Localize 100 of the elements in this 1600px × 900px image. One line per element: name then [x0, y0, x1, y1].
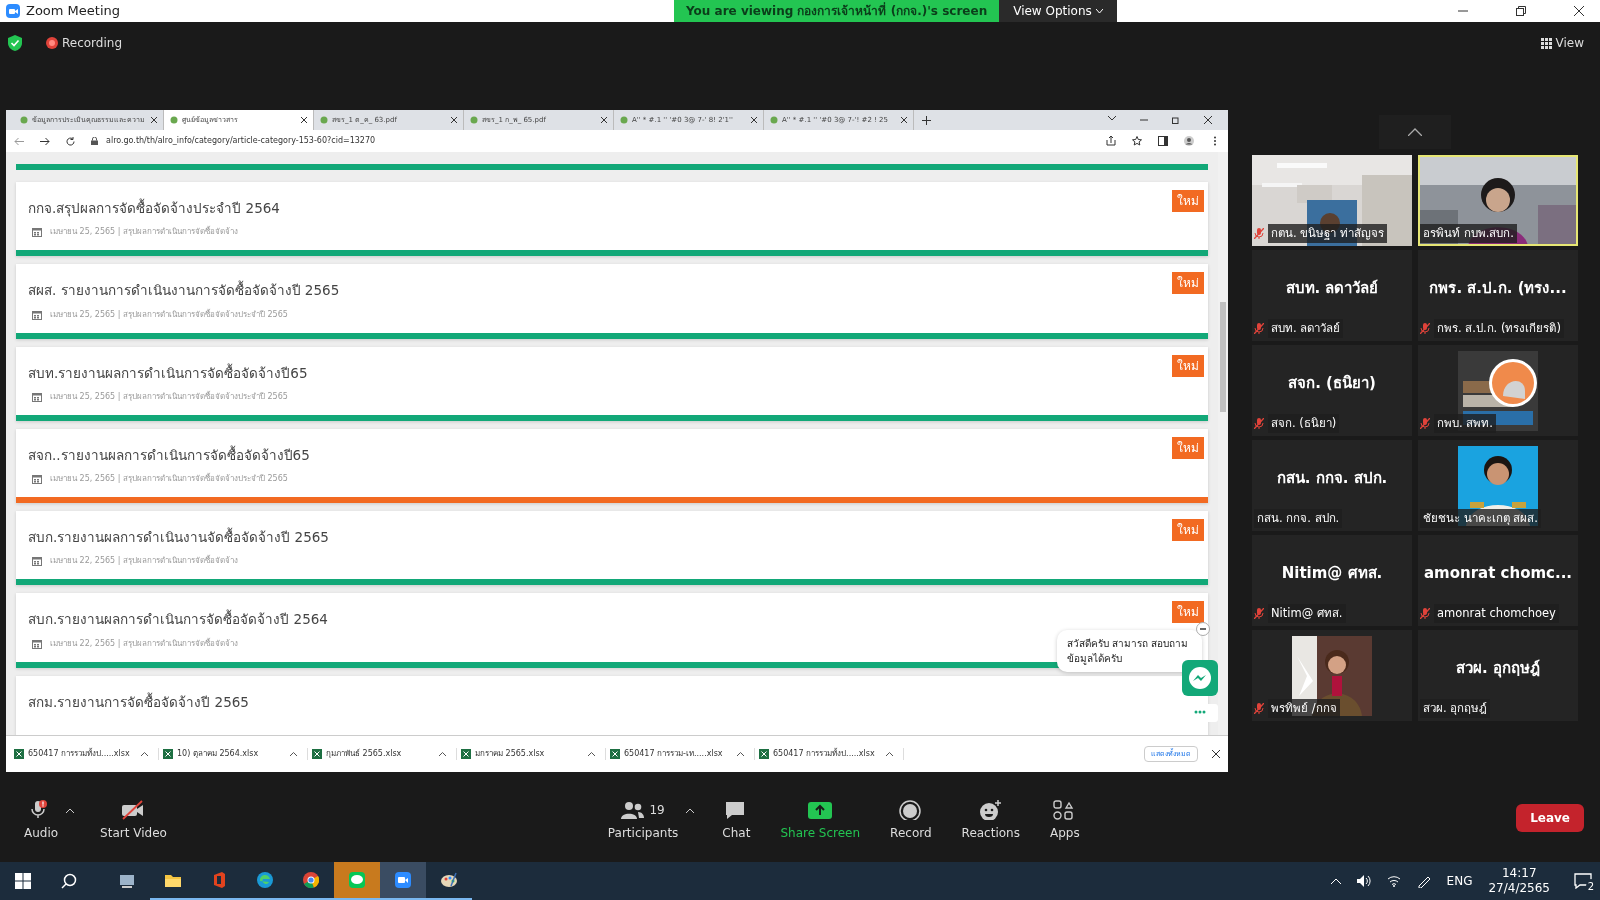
close-icon[interactable]	[151, 117, 157, 123]
computer-icon[interactable]	[119, 873, 135, 889]
message-icon	[1574, 873, 1592, 889]
article-card[interactable]: กกจ.สรุปผลการจัดซื้อจัดจ้างประจำปี 2564 ใหม่ เมษายน 25, 2565 | สรุปผลการดำเนินการจัดซื้อจัดจ้าง	[16, 182, 1208, 257]
toolbar-button[interactable]: Start Video	[92, 800, 175, 842]
windows-logo-icon[interactable]	[15, 873, 31, 889]
close-icon[interactable]	[301, 117, 307, 123]
participant-display-name: กพร. ส.ป.ก. (ทรง...	[1429, 278, 1567, 300]
article-card[interactable]: สจก..รายงานผลการดำเนินการจัดซื้อจัดจ้างปี65 ใหม่ เมษายน 25, 2565 | สรุปผลการดำเนินการจัดซื้อจัดจ้างประจำปี 2565	[16, 428, 1208, 503]
article-title[interactable]: กกจ.สรุปผลการจัดซื้อจัดจ้างประจำปี 2564	[28, 198, 280, 219]
download-item[interactable]: 10) ตุลาคม 2564.xlsx	[163, 748, 308, 760]
people-icon	[621, 800, 646, 820]
sidebar-icon[interactable]	[1158, 136, 1168, 146]
article-card[interactable]: สบท.รายงานผลการดำเนินการจัดซื้อจัดจ้างปี65 ใหม่ เมษายน 25, 2565 | สรุปผลการดำเนินการจัดซื้อจัดจ้างประจำปี 2565	[16, 346, 1208, 421]
participant-tile[interactable]: สวผ. อุกฤษฎ์ สวผ. อุกฤษฎ์	[1418, 630, 1578, 721]
caret-up-icon[interactable]	[686, 807, 695, 813]
star-icon[interactable]	[1132, 136, 1142, 146]
paint-palette-icon[interactable]	[441, 872, 457, 888]
close-icon[interactable]	[901, 117, 907, 123]
chevron-up-icon	[886, 752, 893, 756]
participant-tile[interactable]: กสน. กกจ. สปก. กสน. กกจ. สปก.	[1252, 440, 1412, 531]
close-icon[interactable]	[751, 117, 757, 123]
folder-icon[interactable]	[165, 872, 181, 888]
window-title: Zoom Meeting	[26, 2, 121, 21]
view-button[interactable]: View	[1532, 34, 1592, 52]
download-item[interactable]: 650417 การรวมทั้งป.....xlsx	[759, 748, 904, 760]
article-title[interactable]: สบก.รายงานผลการดำเนินการจัดซื้อจัดจ้างปี 2564	[28, 609, 328, 630]
participant-tile[interactable]: กพร. ส.ป.ก. (ทรง... กพร. ส.ป.ก. (ทรงเกียรติ)	[1418, 250, 1578, 341]
article-card[interactable]: สกม.รายงานการจัดซื้อจัดจ้างปี 2565	[16, 675, 1208, 735]
edge-browser-icon[interactable]	[257, 872, 273, 888]
minimize-icon[interactable]	[1140, 116, 1148, 124]
participant-tile[interactable]: ชัยชนะ นาคะเกตุ สผส.	[1418, 440, 1578, 531]
profile-icon[interactable]	[1184, 136, 1194, 146]
participant-display-name: สจก. (ธนิยา)	[1288, 373, 1376, 395]
download-item[interactable]: กุมภาพันธ์ 2565.xlsx	[312, 748, 457, 760]
toolbar-button[interactable]: Share Screen	[772, 800, 869, 842]
article-meta: เมษายน 25, 2565 | สรุปผลการดำเนินการจัดซื้อจัดจ้างประจำปี 2565	[50, 308, 288, 321]
favicon-icon	[770, 116, 778, 124]
search-icon[interactable]	[61, 873, 77, 889]
chevron-up-icon[interactable]	[1330, 878, 1341, 884]
video-app-icon[interactable]	[395, 872, 411, 888]
forward-arrow-icon[interactable]	[40, 136, 50, 146]
article-card[interactable]: สผส. รายงานการดำเนินงานการจัดซื้อจัดจ้างปี 2565 ใหม่ เมษายน 25, 2565 | สรุปผลการดำเนินการจัดซื้อจัดจ้างประจำปี 2565	[16, 264, 1208, 339]
view-options-button[interactable]: View Options	[999, 0, 1117, 22]
new-badge: ใหม่	[1172, 354, 1204, 377]
excel-file-icon	[163, 749, 173, 759]
close-icon[interactable]	[451, 117, 457, 123]
download-item[interactable]: 650417 การรวมทั้งป.....xlsx	[14, 748, 159, 760]
close-icon[interactable]	[1574, 6, 1584, 16]
participant-tile[interactable]: กตน. ขนิษฐา ท่าสัญจร	[1252, 155, 1412, 246]
participant-tile[interactable]: สบท. ลดาวัลย์ สบท. ลดาวัลย์	[1252, 250, 1412, 341]
leave-button[interactable]: Leave	[1516, 804, 1584, 832]
participant-name-label: สจก. (ธนิยา)	[1268, 413, 1340, 433]
caret-up-icon[interactable]	[66, 807, 75, 813]
chevron-down-icon[interactable]	[1108, 116, 1116, 121]
messenger-icon[interactable]	[1182, 660, 1218, 696]
toolbar-button[interactable]: Reactions	[953, 800, 1028, 842]
close-icon[interactable]	[1204, 116, 1212, 124]
speaker-icon[interactable]	[1356, 875, 1371, 887]
toolbar-button[interactable]: Audio	[16, 800, 67, 842]
restore-icon[interactable]	[1172, 116, 1180, 124]
share-icon[interactable]	[1106, 136, 1116, 146]
toolbar-button[interactable]: Record	[882, 800, 940, 842]
participant-tile[interactable]: สจก. (ธนิยา) สจก. (ธนิยา)	[1252, 345, 1412, 436]
chevron-up-icon	[588, 752, 595, 756]
new-tab-icon[interactable]	[922, 115, 931, 125]
article-title[interactable]: สจก..รายงานผลการดำเนินการจัดซื้อจัดจ้างปี65	[28, 444, 310, 465]
chat-app-icon[interactable]	[349, 872, 365, 888]
article-title[interactable]: สผส. รายงานการดำเนินงานการจัดซื้อจัดจ้างปี 2565	[28, 280, 340, 301]
article-card[interactable]: สบก.รายงานผลการดำเนินงานจัดซื้อจัดจ้างปี 2565 ใหม่ เมษายน 22, 2565 | สรุปผลการดำเนินการจัดซื้อจัดจ้าง	[16, 511, 1208, 586]
close-icon[interactable]	[1212, 750, 1220, 758]
restore-icon[interactable]	[1516, 6, 1526, 16]
new-badge: ใหม่	[1172, 519, 1204, 541]
article-title[interactable]: สกม.รายงานการจัดซื้อจัดจ้างปี 2565	[28, 691, 249, 712]
notification-button[interactable]: 2	[1574, 873, 1592, 889]
article-title[interactable]: สบท.รายงานผลการดำเนินการจัดซื้อจัดจ้างปี65	[28, 362, 308, 383]
participant-tile[interactable]: Nitim@ ศทส. Nitim@ ศทส.	[1252, 535, 1412, 626]
download-item[interactable]: มกราคม 2565.xlsx	[461, 748, 606, 760]
taskbar-clock[interactable]: 14:17 27/4/2565	[1488, 866, 1550, 896]
close-icon[interactable]	[601, 117, 607, 123]
favicon-icon	[620, 116, 628, 124]
participant-tile[interactable]: กพบ. สพท.	[1418, 345, 1578, 436]
participant-tile[interactable]: พรทิพย์ /กกจ	[1252, 630, 1412, 721]
download-item[interactable]: 650417 การรวม-เท.....xlsx	[610, 748, 755, 760]
pen-icon[interactable]	[1416, 874, 1431, 888]
excel-file-icon	[759, 749, 769, 759]
language-indicator[interactable]: ENG	[1446, 872, 1473, 890]
participant-tile[interactable]: amonrat chomc... amonrat chomchoey	[1418, 535, 1578, 626]
toolbar-button[interactable]: Apps	[1041, 800, 1088, 842]
address-field[interactable]: alro.go.th/th/alro_info/category/article-category-153-60?cid=13270	[106, 135, 376, 147]
reload-icon[interactable]	[66, 136, 75, 146]
office-icon[interactable]	[211, 872, 227, 888]
article-title[interactable]: สบก.รายงานผลการดำเนินงานจัดซื้อจัดจ้างปี 2565	[28, 527, 329, 548]
favicon-icon	[170, 116, 178, 124]
toolbar-button[interactable]: 19 Participants	[599, 800, 687, 842]
toolbar-button[interactable]: Chat	[714, 800, 759, 842]
back-arrow-icon[interactable]	[14, 136, 24, 146]
chrome-browser-icon[interactable]	[303, 872, 319, 888]
wifi-icon[interactable]	[1386, 875, 1401, 887]
participant-tile[interactable]: อรพินท์ กบพ.สบก.	[1418, 155, 1578, 246]
